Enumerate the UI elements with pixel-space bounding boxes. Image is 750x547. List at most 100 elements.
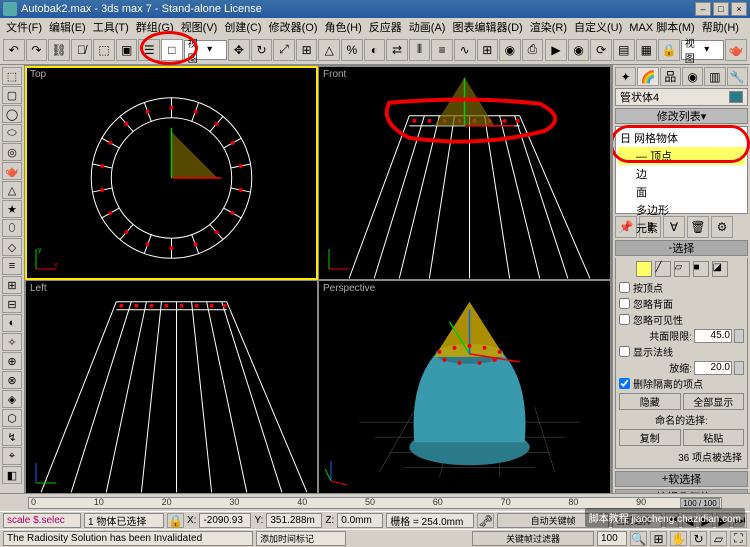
- render-type-button[interactable]: ▤: [613, 39, 635, 61]
- render-last-button[interactable]: ⟳: [590, 39, 612, 61]
- unhide-all-button[interactable]: 全部显示: [683, 393, 745, 410]
- menu-group[interactable]: 群组(G): [133, 19, 177, 35]
- nav-orbit-icon[interactable]: ↻: [690, 531, 707, 546]
- vtool-torus-icon[interactable]: ◎: [2, 143, 22, 161]
- vtool-1[interactable]: ⬚: [2, 67, 22, 85]
- subobj-vertex-icon[interactable]: [636, 261, 652, 277]
- stack-mesh[interactable]: 日 网格物体: [618, 129, 745, 147]
- menu-views[interactable]: 视图(V): [178, 19, 221, 35]
- chk-delete-iso[interactable]: [619, 378, 630, 389]
- layer-manager-button[interactable]: ≡: [431, 39, 453, 61]
- stack-poly[interactable]: 多边形: [618, 201, 745, 219]
- vtool-15[interactable]: ⊕: [2, 352, 22, 370]
- select-rect-button[interactable]: □: [161, 39, 183, 61]
- vtool-cylinder-icon[interactable]: ⬭: [2, 124, 22, 142]
- nav-max-icon[interactable]: ⛶: [730, 531, 747, 546]
- vtool-star-icon[interactable]: ★: [2, 200, 22, 218]
- vtool-13[interactable]: ◐: [2, 314, 22, 332]
- select-button[interactable]: ⬚: [93, 39, 115, 61]
- scale-value[interactable]: [694, 361, 732, 375]
- modifier-list-selector[interactable]: 修改列表 ▾: [615, 108, 748, 124]
- tab-motion-icon[interactable]: ◉: [682, 67, 703, 86]
- subobj-element-icon[interactable]: ◪: [712, 261, 728, 277]
- vtool-21[interactable]: ◧: [2, 466, 22, 484]
- menu-maxscript[interactable]: MAX 脚本(M): [626, 19, 697, 35]
- stack-face[interactable]: 面: [618, 183, 745, 201]
- time-slider[interactable]: 010 2030 4050 6070 8090 100 100 / 100: [28, 497, 722, 509]
- vtool-cone-icon[interactable]: △: [2, 181, 22, 199]
- menu-render[interactable]: 渲染(R): [527, 19, 570, 35]
- viewport-top[interactable]: Top /*noop*/: [26, 67, 317, 279]
- unlink-button[interactable]: ⛓̸: [71, 39, 93, 61]
- menu-edit[interactable]: 编辑(E): [46, 19, 89, 35]
- rotate-button[interactable]: ↻: [251, 39, 273, 61]
- chk-ignore-vis[interactable]: [619, 314, 630, 325]
- menu-customize[interactable]: 自定义(U): [571, 19, 625, 35]
- spinner-snap-toggle[interactable]: ◐: [364, 39, 386, 61]
- redo-button[interactable]: ↷: [26, 39, 48, 61]
- viewport-front[interactable]: Front: [319, 67, 610, 279]
- percent-snap-toggle[interactable]: %: [341, 39, 363, 61]
- key-filter-button[interactable]: 关键帧过滤器: [472, 531, 594, 546]
- nav-zoom-icon[interactable]: 🔍: [630, 531, 647, 546]
- key-mode-icon[interactable]: 🗝: [477, 513, 494, 528]
- menu-graph[interactable]: 图表编辑器(D): [449, 19, 525, 35]
- align-button[interactable]: ⫴: [409, 39, 431, 61]
- vtool-11[interactable]: ⊞: [2, 276, 22, 294]
- undo-button[interactable]: ↶: [3, 39, 25, 61]
- minimize-button[interactable]: –: [695, 2, 711, 16]
- quick-render-button[interactable]: ▶: [545, 39, 567, 61]
- render-scene-button[interactable]: ⎙: [522, 39, 544, 61]
- vtool-sphere-icon[interactable]: ◯: [2, 105, 22, 123]
- chk-by-vertex[interactable]: [619, 282, 630, 293]
- curve-editor-button[interactable]: ∿: [454, 39, 476, 61]
- menu-reactor[interactable]: 反应器: [366, 19, 405, 35]
- vtool-20[interactable]: ⌖: [2, 447, 22, 465]
- add-time-tag[interactable]: 添加时间标记: [256, 531, 346, 546]
- y-field[interactable]: 351.288m: [266, 513, 322, 528]
- vtool-17[interactable]: ◈: [2, 390, 22, 408]
- vtool-9[interactable]: ◇: [2, 238, 22, 256]
- vtool-14[interactable]: ✧: [2, 333, 22, 351]
- select-region-button[interactable]: ▣: [116, 39, 138, 61]
- quick-render-2-button[interactable]: ◉: [568, 39, 590, 61]
- viewport-perspective[interactable]: Perspective: [319, 281, 610, 493]
- stack-vertex[interactable]: — 顶点: [618, 147, 745, 165]
- material-editor-button[interactable]: ◉: [499, 39, 521, 61]
- stack-element[interactable]: 元素: [618, 219, 745, 237]
- frame-field[interactable]: 100: [597, 531, 627, 546]
- vtool-box-icon[interactable]: ▢: [2, 86, 22, 104]
- angle-snap-toggle[interactable]: △: [318, 39, 340, 61]
- copy-button[interactable]: 复制: [619, 429, 681, 446]
- vtool-teapot-icon[interactable]: 🫖: [2, 162, 22, 180]
- subobj-poly-icon[interactable]: ■: [693, 261, 709, 277]
- nav-pan-icon[interactable]: ✋: [670, 531, 687, 546]
- hide-button[interactable]: 隐藏: [619, 393, 681, 410]
- chk-ignore-backface[interactable]: [619, 298, 630, 309]
- scale-button[interactable]: ⤢: [273, 39, 295, 61]
- menu-help[interactable]: 帮助(H): [699, 19, 742, 35]
- paste-button[interactable]: 粘贴: [683, 429, 745, 446]
- select-by-name-button[interactable]: ☰: [138, 39, 160, 61]
- vtool-16[interactable]: ⊗: [2, 371, 22, 389]
- time-slider-handle[interactable]: 100 / 100: [680, 498, 720, 508]
- move-button[interactable]: ✥: [228, 39, 250, 61]
- vtool-19[interactable]: ↯: [2, 428, 22, 446]
- mirror-button[interactable]: ⇄: [386, 39, 408, 61]
- z-field[interactable]: 0.0mm: [337, 513, 383, 528]
- menu-create[interactable]: 创建(C): [221, 19, 264, 35]
- planar-spinner[interactable]: [734, 329, 744, 343]
- lock-button[interactable]: 🔒: [658, 39, 680, 61]
- coord-system-selector[interactable]: 视图▾: [184, 40, 228, 60]
- nav-zoomall-icon[interactable]: ⊞: [650, 531, 667, 546]
- schematic-view-button[interactable]: ⊞: [477, 39, 499, 61]
- script-listener[interactable]: scale $.selec: [3, 513, 81, 528]
- tab-create-icon[interactable]: ✦: [615, 67, 636, 86]
- vtool-tube-icon[interactable]: ⬯: [2, 219, 22, 237]
- chk-show-normals[interactable]: [619, 346, 630, 357]
- menu-file[interactable]: 文件(F): [3, 19, 45, 35]
- object-name-field[interactable]: 管状体4: [615, 88, 748, 106]
- stack-edge[interactable]: 边: [618, 165, 745, 183]
- vtool-12[interactable]: ⊟: [2, 295, 22, 313]
- vtool-10[interactable]: ≡: [2, 257, 22, 275]
